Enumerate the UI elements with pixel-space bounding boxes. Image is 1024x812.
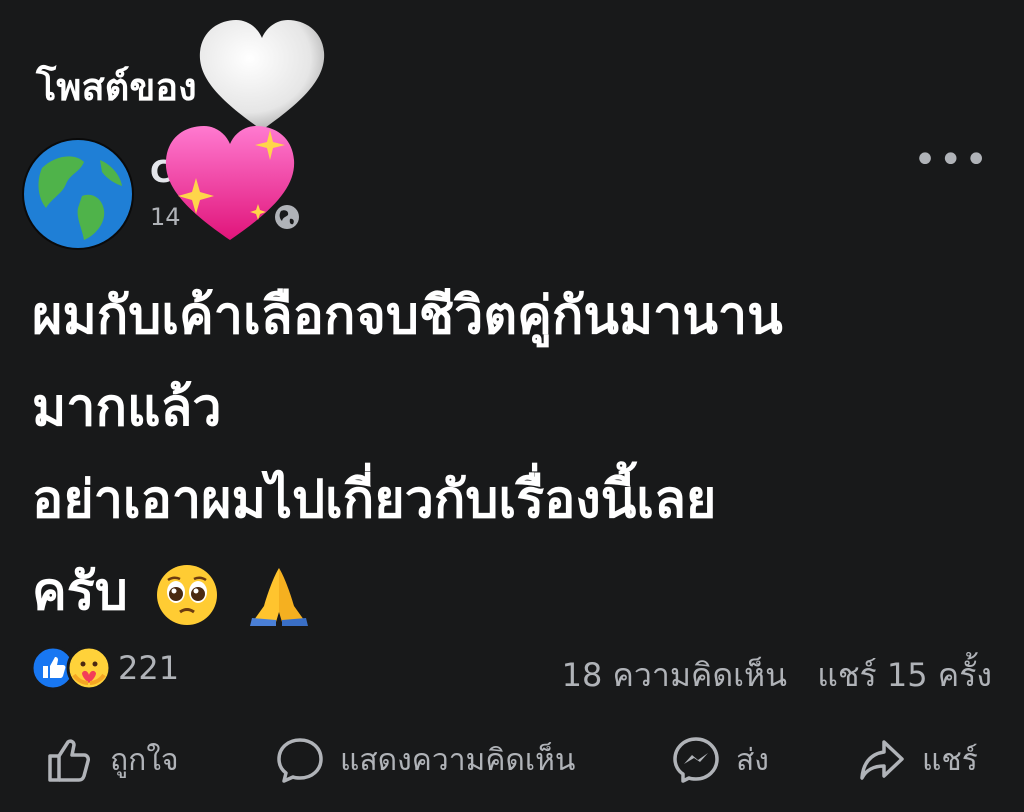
pleading-face-icon — [156, 565, 217, 625]
thumbs-up-icon — [48, 739, 90, 782]
post-body: ผมกับเค้าเลือกจบชีวิตคู่กันมานาน มากแล้ว… — [32, 270, 992, 638]
avatar[interactable] — [22, 138, 134, 250]
messenger-icon — [673, 737, 719, 783]
action-bar: ถูกใจ แสดงความคิดเห็น ส่ง แชร์ — [0, 725, 1024, 795]
share-label: แชร์ — [922, 742, 978, 778]
post-body-line: มากแล้ว — [32, 378, 222, 438]
engagement-stats: 18 ความคิดเห็น แชร์ 15 ครั้ง — [542, 650, 992, 701]
like-label: ถูกใจ — [110, 742, 179, 778]
share-count-link[interactable]: แชร์ 15 ครั้ง — [817, 656, 992, 694]
care-reaction-icon — [66, 645, 112, 691]
folded-hands-icon — [249, 568, 308, 626]
page-title: โพสต์ของ — [36, 65, 197, 109]
send-button[interactable]: ส่ง — [670, 725, 769, 795]
post-body-line: อย่าเอาผมไปเกี่ยวกับเรื่องนี้เลย — [32, 470, 717, 530]
like-button[interactable]: ถูกใจ — [44, 725, 179, 795]
comment-button[interactable]: แสดงความคิดเห็น — [274, 725, 575, 795]
post-body-text: ครับ — [32, 562, 128, 622]
more-options-button[interactable]: ••• — [913, 140, 990, 180]
post-body-line: ผมกับเค้าเลือกจบชีวิตคู่กันมานาน — [32, 286, 783, 346]
comment-count-link[interactable]: 18 ความคิดเห็น — [562, 656, 787, 694]
white-heart-icon — [199, 20, 325, 130]
send-label: ส่ง — [736, 742, 769, 778]
sparkling-heart-icon — [165, 126, 295, 240]
share-arrow-icon — [860, 740, 904, 780]
share-button[interactable]: แชร์ — [856, 725, 978, 795]
comment-label: แสดงความคิดเห็น — [340, 742, 576, 778]
comment-bubble-icon — [277, 738, 323, 783]
globe-avatar-icon — [24, 140, 132, 248]
reaction-count: 221 — [118, 649, 180, 687]
post-body-line-last: ครับ — [32, 546, 992, 638]
reaction-summary[interactable]: 221 — [30, 645, 179, 691]
